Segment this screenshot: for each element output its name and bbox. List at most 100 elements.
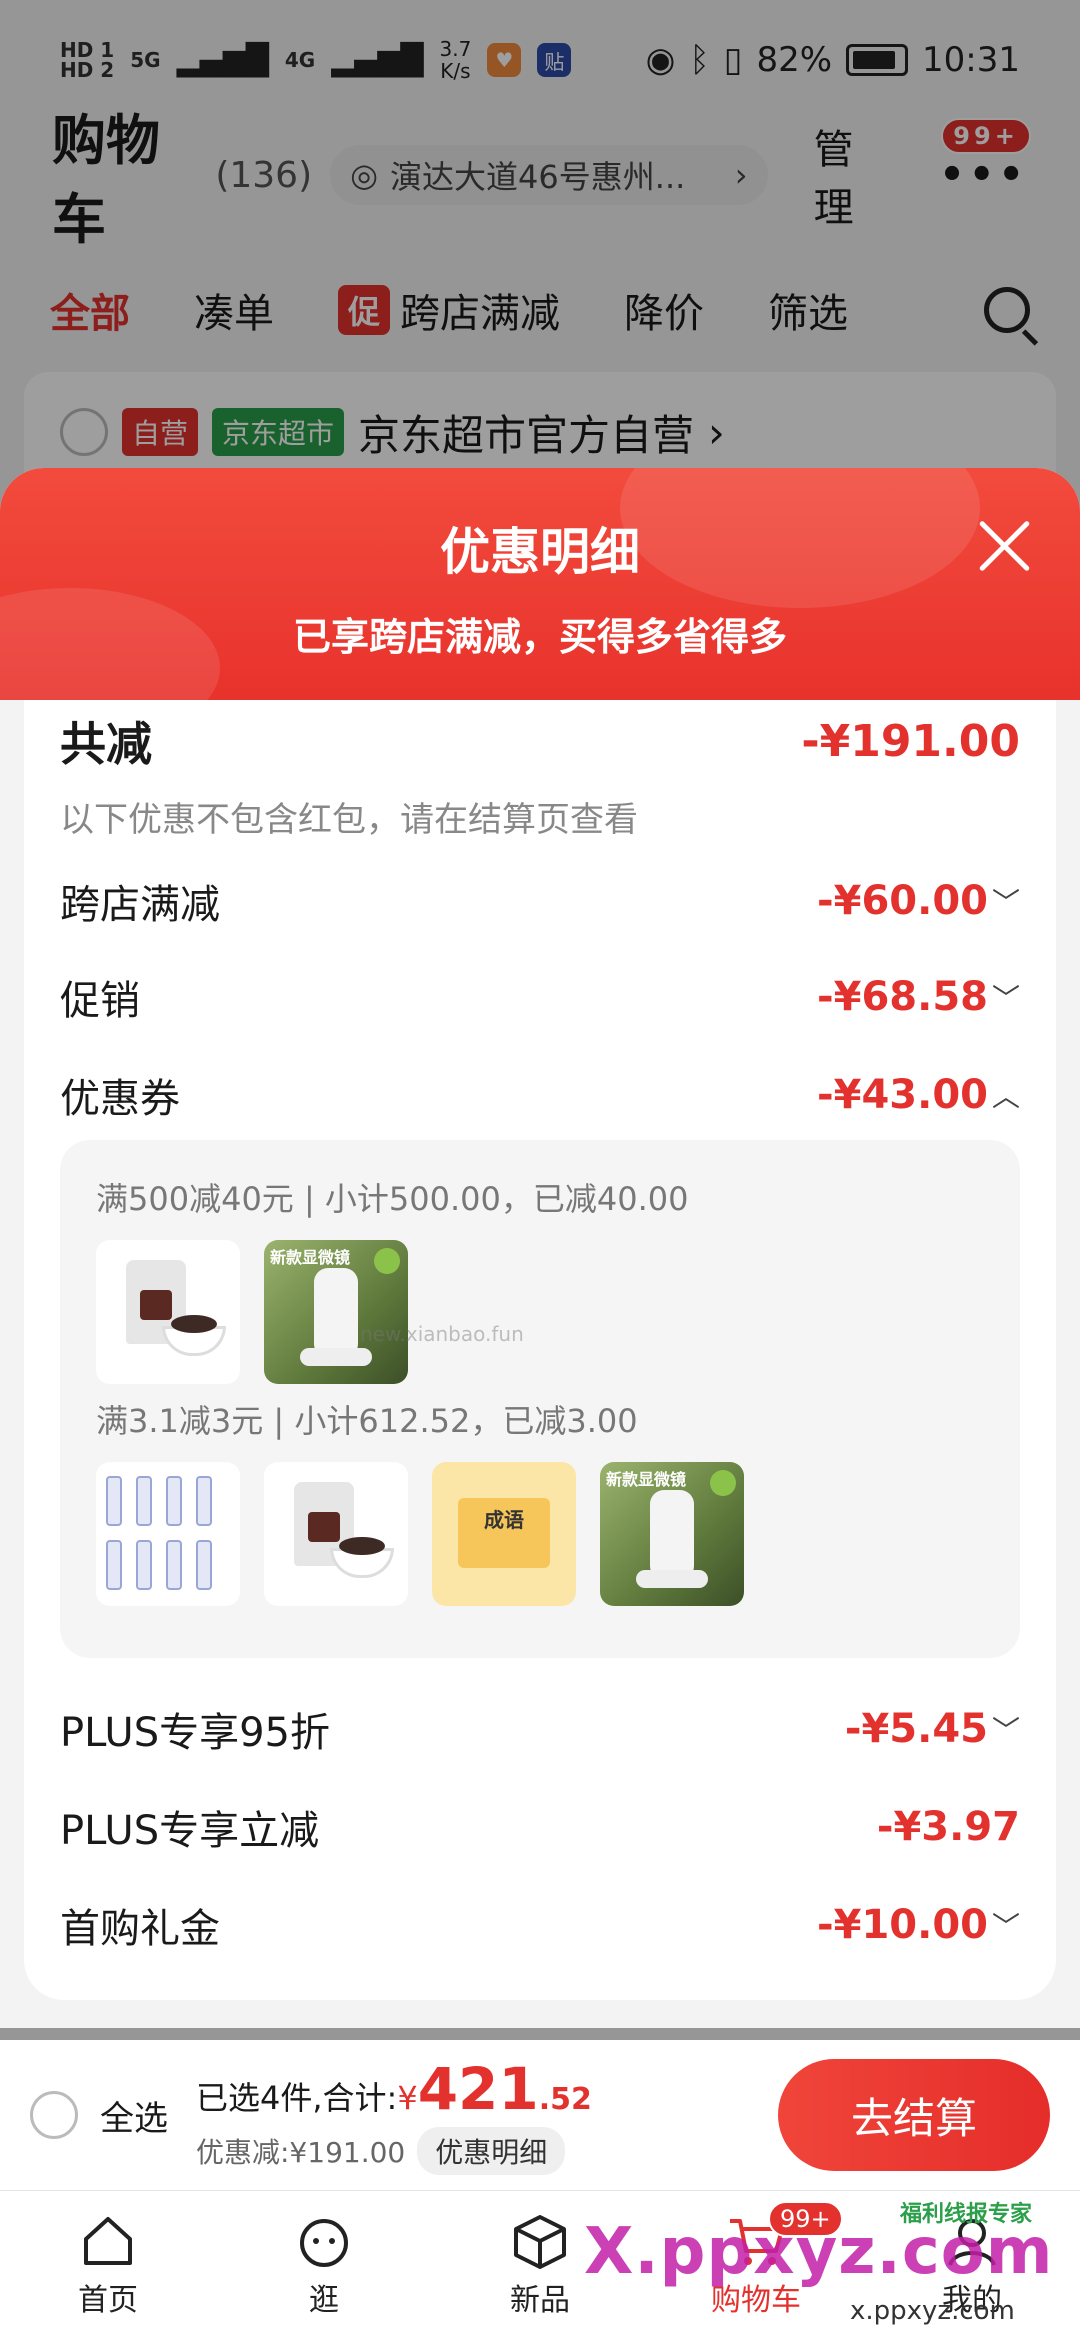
discount-label: 促销: [60, 978, 140, 1024]
discount-amount: -¥43.00: [817, 1072, 988, 1118]
chevron-down-icon: ﹀: [991, 982, 1020, 1015]
food-bowl-shape: [162, 1315, 226, 1356]
app-notification-icon: ♥: [487, 43, 522, 77]
clock: 10:31: [922, 40, 1020, 80]
speed-value: 3.7: [439, 37, 472, 61]
chevron-down-icon: ﹀: [991, 1714, 1020, 1747]
product-thumb-test-strips[interactable]: [96, 1462, 240, 1606]
watermark-logo: X.ppxyz.com: [584, 2215, 1054, 2289]
nav-browse[interactable]: 逛: [216, 2191, 432, 2340]
sheet-subtitle: 已享跨店满减，买得多省得多: [292, 615, 787, 659]
selected-count-text: 已选4件,合计:: [196, 2079, 398, 2117]
tab-all[interactable]: 全部: [50, 281, 130, 339]
tab-price-drop[interactable]: 降价: [624, 281, 704, 339]
chevron-down-icon: ﹀: [991, 1910, 1020, 1943]
discount-summary: 优惠减:¥191.00: [196, 2136, 406, 2169]
shop-select-radio[interactable]: [60, 408, 108, 456]
tab-cross-store-discount[interactable]: 促 跨店满减: [338, 281, 560, 339]
badge-dot-shape: [374, 1248, 400, 1274]
discount-row-coupon[interactable]: 优惠券 -¥43.00 ︿: [60, 1066, 1020, 1124]
address-selector[interactable]: ◎ 演达大道46号惠州... ›: [330, 145, 768, 205]
product-thumb-microscope[interactable]: 新款显微镜: [600, 1462, 744, 1606]
sheet-header: 优惠明细 已享跨店满减，买得多省得多: [0, 468, 1080, 700]
strip-shape: [166, 1476, 182, 1526]
discount-row-promotion[interactable]: 促销 -¥68.58 ﹀: [60, 968, 1020, 1026]
search-icon[interactable]: [984, 287, 1030, 333]
manage-button[interactable]: 管理: [814, 117, 890, 233]
self-operated-tag: 自营: [122, 408, 199, 456]
discount-label: PLUS专享立减: [60, 1808, 320, 1854]
discount-detail-button[interactable]: 优惠明细: [417, 2127, 566, 2175]
cart-count: (136): [215, 154, 313, 196]
checkout-button[interactable]: 去结算: [778, 2059, 1050, 2171]
tieba-notification-icon: 贴: [537, 43, 572, 77]
product-thumb-microscope[interactable]: 新款显微镜: [264, 1240, 408, 1384]
sheet-title: 优惠明细: [440, 523, 640, 581]
total-amount: -¥191.00: [801, 715, 1020, 767]
discount-label: 优惠券: [60, 1076, 180, 1122]
product-thumb-idiom-book[interactable]: 成语: [432, 1462, 576, 1606]
coupon-detail-box: 满500减40元 | 小计500.00，已减40.00 新款显微镜 new.xi…: [60, 1140, 1020, 1658]
discount-amount: -¥68.58: [817, 974, 988, 1020]
discount-amount: -¥60.00: [817, 878, 988, 924]
nav-label: 首页: [78, 2282, 138, 2318]
strip-shape: [136, 1476, 152, 1526]
eye-icon: ◎: [350, 156, 379, 194]
product-thumb-dog-food[interactable]: [96, 1240, 240, 1384]
discount-label: PLUS专享95折: [60, 1710, 330, 1756]
close-icon[interactable]: [976, 518, 1032, 574]
signal-4g-icon: 4G: [284, 48, 316, 72]
battery-icon: [846, 44, 909, 76]
supermarket-tag: 京东超市: [212, 408, 345, 456]
vibrate-icon: ▯: [723, 40, 743, 80]
microscope-body-shape: [314, 1268, 358, 1358]
currency-symbol: ¥: [397, 2079, 418, 2117]
chevron-right-icon: ›: [734, 156, 748, 194]
select-all-toggle[interactable]: 全选: [30, 2091, 168, 2140]
tab-label: 跨店满减: [400, 291, 561, 337]
product-thumb-dog-food[interactable]: [264, 1462, 408, 1606]
tab-filter[interactable]: 筛选: [768, 281, 848, 339]
signal-bars-icon: ▂▄▆█: [176, 42, 269, 78]
discount-panel: 共减 -¥191.00 以下优惠不包含红包，请在结算页查看 跨店满减 -¥60.…: [24, 700, 1056, 2000]
strip-shape: [166, 1540, 182, 1590]
microscope-base-shape: [636, 1570, 708, 1588]
discount-row-first-purchase[interactable]: 首购礼金 -¥10.00 ﹀: [60, 1896, 1020, 1954]
nav-label: 新品: [510, 2282, 570, 2318]
more-dots-icon: •••: [939, 152, 1028, 198]
discount-label: 首购礼金: [60, 1906, 220, 1952]
home-icon: [84, 2216, 132, 2265]
badge-dot-shape: [710, 1470, 736, 1496]
discount-detail-sheet: 优惠明细 已享跨店满减，买得多省得多 共减 -¥191.00 以下优惠不包含红包…: [0, 468, 1080, 2028]
product-image-label: 新款显微镜: [606, 1470, 687, 1489]
tab-label: 筛选: [768, 291, 849, 337]
total-price-decimal: .52: [538, 2082, 592, 2117]
strip-shape: [196, 1476, 212, 1526]
total-label: 共减: [60, 717, 152, 771]
nav-home[interactable]: 首页: [0, 2191, 216, 2340]
discount-row-plus-95[interactable]: PLUS专享95折 -¥5.45 ﹀: [60, 1700, 1020, 1758]
shop-name[interactable]: 京东超市官方自营: [358, 402, 694, 463]
microscope-body-shape: [650, 1490, 694, 1580]
signal-bars-icon-2: ▂▄▆█: [331, 42, 424, 78]
tab-label: 全部: [50, 291, 130, 337]
discount-note: 以下优惠不包含红包，请在结算页查看: [60, 800, 638, 840]
strip-shape: [196, 1540, 212, 1590]
discount-row-cross-store[interactable]: 跨店满减 -¥60.00 ﹀: [60, 872, 1020, 930]
product-image-label: 新款显微镜: [270, 1248, 351, 1267]
message-badge: 99+: [941, 118, 1031, 154]
discount-amount: -¥3.97: [876, 1804, 1020, 1850]
select-all-radio[interactable]: [30, 2091, 78, 2139]
network-speed: 3.7 K/s: [440, 38, 472, 82]
battery-percent: 82%: [756, 40, 833, 80]
strip-shape: [106, 1476, 122, 1526]
eye-icon: ◉: [645, 40, 676, 80]
more-menu-button[interactable]: ••• 99+: [939, 118, 1031, 198]
page-title: 购物车: [52, 109, 160, 251]
network-1-label: HD 1: [60, 38, 115, 62]
signal-5g-icon: 5G: [130, 48, 161, 72]
chevron-up-icon: ︿: [991, 1080, 1020, 1113]
discount-amount: -¥10.00: [817, 1902, 988, 1948]
tab-combine-order[interactable]: 凑单: [194, 281, 274, 339]
browse-icon: [300, 2218, 348, 2267]
